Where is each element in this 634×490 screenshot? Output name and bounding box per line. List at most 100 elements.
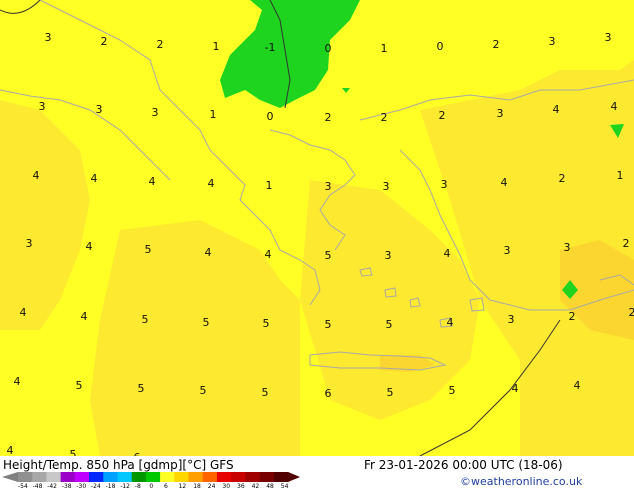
temperature-value: 2 <box>569 310 576 323</box>
scale-arrow-right <box>288 472 300 482</box>
temperature-value: 3 <box>383 180 390 193</box>
scale-swatch <box>103 472 118 482</box>
temperature-value: 5 <box>142 313 149 326</box>
scale-tick-label: -54 <box>18 483 28 490</box>
scale-tick-label: -38 <box>61 483 72 490</box>
temperature-value: 5 <box>70 448 77 456</box>
scale-tick-label: -42 <box>47 483 57 490</box>
scale-arrow-left <box>2 472 18 482</box>
color-scale-bar <box>2 472 300 482</box>
temperature-value: 4 <box>265 248 272 261</box>
temperature-value: 2 <box>325 111 332 124</box>
temperature-value: 4 <box>14 375 21 388</box>
scale-swatch <box>216 472 232 482</box>
temperature-value: 3 <box>504 244 511 257</box>
scale-tick-label: 54 <box>280 483 289 490</box>
temperature-value: 6 <box>325 387 332 400</box>
color-scale-ticks: -54 -48 -42 -38 -30 -24 -18 -12 -8 0 6 12 18 24 30 36 42… <box>0 483 300 490</box>
temperature-value: 3 <box>152 106 159 119</box>
scale-swatch <box>46 472 62 482</box>
temperature-value: 4 <box>553 103 560 116</box>
temperature-value: 5 <box>262 386 269 399</box>
scale-tick-label: 0 <box>149 483 154 490</box>
scale-swatch <box>174 472 190 482</box>
temperature-value: 3 <box>564 241 571 254</box>
scale-swatch <box>202 472 218 482</box>
scale-tick-label: 12 <box>178 483 187 490</box>
scale-tick-label: -18 <box>105 483 116 490</box>
scale-tick-label: 30 <box>222 483 231 490</box>
temperature-value: 5 <box>263 317 270 330</box>
temperature-value: 4 <box>86 240 93 253</box>
scale-swatch <box>117 472 133 482</box>
scale-tick-label: 24 <box>207 483 216 490</box>
temperature-value: 5 <box>449 384 456 397</box>
scale-tick-label: -12 <box>120 483 130 490</box>
temperature-value: 4 <box>208 177 215 190</box>
temperature-value: 2 <box>101 35 108 48</box>
map-title: Height/Temp. 850 hPa [gdmp][°C] GFS <box>3 458 234 472</box>
temperature-value: 2 <box>629 306 634 319</box>
temperature-value: 3 <box>325 180 332 193</box>
scale-tick-label: -30 <box>76 483 87 490</box>
temperature-value: 2 <box>157 38 164 51</box>
temperature-value: 3 <box>441 178 448 191</box>
temperature-value: 5 <box>145 243 152 256</box>
temperature-value: 5 <box>325 318 332 331</box>
scale-swatch <box>259 472 275 482</box>
temperature-value: 4 <box>512 382 519 395</box>
scale-swatch <box>273 472 289 482</box>
scale-swatch <box>32 472 47 482</box>
temperature-value: 5 <box>387 386 394 399</box>
scale-tick-label: 42 <box>251 483 260 490</box>
scale-swatch <box>145 472 161 482</box>
scale-swatch <box>231 472 246 482</box>
scale-swatch <box>245 472 261 482</box>
temperature-value: 4 <box>7 444 14 456</box>
temperature-value: 3 <box>508 313 515 326</box>
temperature-value: 5 <box>386 318 393 331</box>
scale-swatch <box>131 472 147 482</box>
map-datetime: Fr 23-01-2026 00:00 UTC (18-06) <box>364 458 563 472</box>
temperature-value: 4 <box>444 247 451 260</box>
credit-link[interactable]: ©weatheronline.co.uk <box>460 475 582 488</box>
temperature-value: 3 <box>26 237 33 250</box>
temperature-value: 2 <box>381 111 388 124</box>
temperature-value: 4 <box>20 306 27 319</box>
scale-tick-label: 48 <box>266 483 274 490</box>
scale-tick-label: 6 <box>164 483 168 490</box>
temperature-value: 1 <box>213 40 220 53</box>
temperature-value: 4 <box>447 316 454 329</box>
scale-swatch <box>18 472 33 482</box>
temperature-value: 5 <box>325 249 332 262</box>
temperature-value: 1 <box>266 179 273 192</box>
temperature-value: 3 <box>39 100 46 113</box>
temperature-value: 1 <box>381 42 388 55</box>
temperature-value: -1 <box>265 41 276 54</box>
temperature-value: 5 <box>76 379 83 392</box>
temperature-value: 4 <box>205 246 212 259</box>
scale-tick-label: -48 <box>32 483 43 490</box>
temperature-value: 4 <box>149 175 156 188</box>
scale-swatch <box>60 472 76 482</box>
temperature-map: 3 2 2 1 -1 0 1 0 2 3 3 3 3 3 1 0 2 2 2 3 4 4 4 4 4 4 1 3 3 3 4 2 1 3 4 5 4 4 5… <box>0 0 634 456</box>
temperature-value: 1 <box>617 169 624 182</box>
scale-tick-label: -24 <box>91 483 101 490</box>
weather-map-view: 3 2 2 1 -1 0 1 0 2 3 3 3 3 3 1 0 2 2 2 3 4 4 4 4 4 4 1 3 3 3 4 2 1 3 4 5 4 4 5… <box>0 0 634 490</box>
temperature-value: 3 <box>497 107 504 120</box>
scale-swatch <box>160 472 175 482</box>
temperature-value: 0 <box>325 42 332 55</box>
temperature-value: 4 <box>33 169 40 182</box>
temperature-value: 0 <box>437 40 444 53</box>
temperature-value: 4 <box>91 172 98 185</box>
scale-swatch <box>188 472 204 482</box>
scale-tick-label: -8 <box>134 483 141 490</box>
temperature-value: 3 <box>96 103 103 116</box>
temperature-value: 5 <box>138 382 145 395</box>
temperature-value: 2 <box>439 109 446 122</box>
temperature-value: 0 <box>267 110 274 123</box>
scale-tick-label: 36 <box>237 483 245 490</box>
temperature-value: 2 <box>559 172 566 185</box>
temperature-value: 2 <box>493 38 500 51</box>
temperature-value: 3 <box>45 31 52 44</box>
